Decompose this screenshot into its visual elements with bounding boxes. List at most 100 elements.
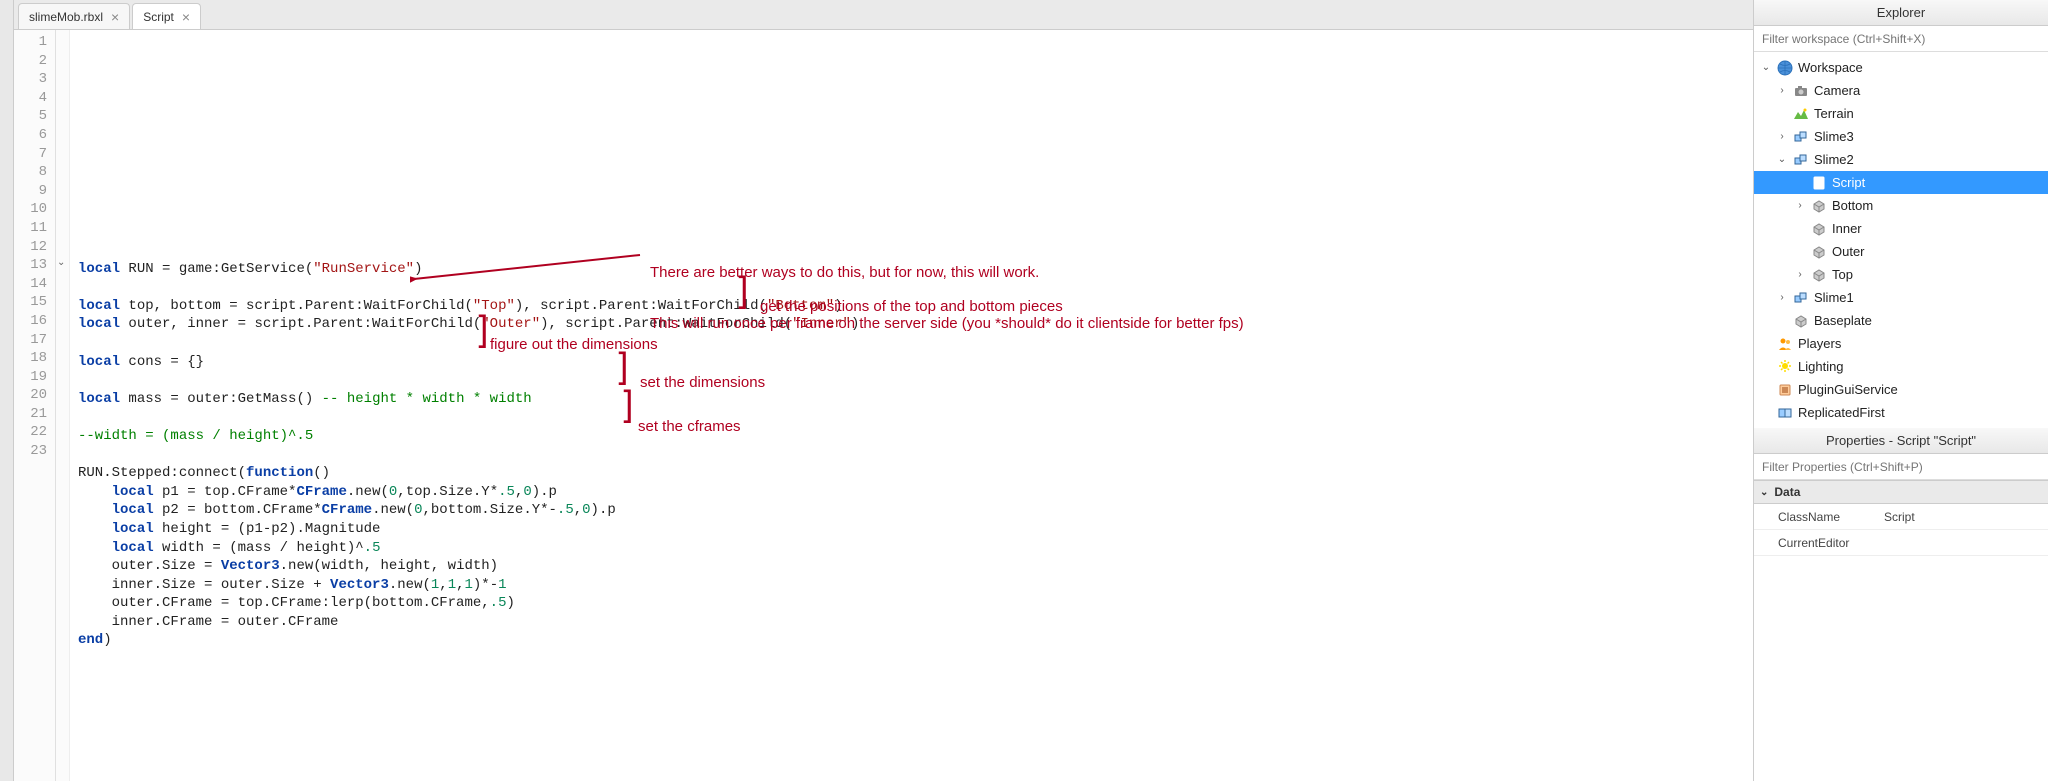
code-line[interactable] [78, 372, 1753, 391]
code-line[interactable] [78, 409, 1753, 428]
part-icon [1810, 220, 1828, 238]
line-number: 13 [14, 257, 55, 276]
properties-filter-input[interactable] [1754, 454, 2048, 480]
explorer-filter-input[interactable] [1754, 26, 2048, 52]
line-number: 2 [14, 53, 55, 72]
property-value[interactable]: Script [1884, 510, 2048, 524]
chevron-down-icon[interactable]: ⌄ [1760, 62, 1772, 73]
tree-item-workspace[interactable]: ⌄ Workspace [1754, 56, 2048, 79]
code-line[interactable]: inner.Size = outer.Size + Vector3.new(1,… [78, 577, 1753, 596]
line-number: 5 [14, 108, 55, 127]
code-line[interactable] [78, 447, 1753, 466]
players-icon [1776, 335, 1794, 353]
terrain-icon [1792, 105, 1810, 123]
tree-item-label: Players [1798, 336, 1841, 351]
tree-item-players[interactable]: Players [1754, 332, 2048, 355]
model-icon [1792, 128, 1810, 146]
replicated-icon [1776, 404, 1794, 422]
tree-item-replicatedfirst[interactable]: ReplicatedFirst [1754, 401, 2048, 424]
chevron-down-icon[interactable]: ⌄ [1776, 154, 1788, 165]
code-line[interactable]: local p1 = top.CFrame*CFrame.new(0,top.S… [78, 484, 1753, 503]
code-line[interactable]: local mass = outer:GetMass() -- height *… [78, 391, 1753, 410]
line-number: 22 [14, 424, 55, 443]
tree-item-terrain[interactable]: Terrain [1754, 102, 2048, 125]
code-line[interactable]: local height = (p1-p2).Magnitude [78, 521, 1753, 540]
properties-section-header[interactable]: ⌄ Data [1754, 480, 2048, 504]
tree-item-outer[interactable]: Outer [1754, 240, 2048, 263]
code-line[interactable]: outer.Size = Vector3.new(width, height, … [78, 558, 1753, 577]
tree-item-label: PluginGuiService [1798, 382, 1898, 397]
tree-item-slime2[interactable]: ⌄ Slime2 [1754, 148, 2048, 171]
tree-item-label: Baseplate [1814, 313, 1872, 328]
code-line[interactable]: inner.CFrame = outer.CFrame [78, 614, 1753, 633]
tree-item-label: Script [1832, 175, 1865, 190]
annotation-text-2: get the positions of the top and bottom … [760, 298, 1063, 315]
tree-item-bottom[interactable]: ›Bottom [1754, 194, 2048, 217]
line-number: 3 [14, 71, 55, 90]
tree-item-baseplate[interactable]: Baseplate [1754, 309, 2048, 332]
code-content[interactable]: There are better ways to do this, but fo… [70, 30, 1753, 781]
tree-item-label: Workspace [1798, 60, 1863, 75]
tree-item-inner[interactable]: Inner [1754, 217, 2048, 240]
line-number: 10 [14, 201, 55, 220]
code-line[interactable]: RUN.Stepped:connect(function() [78, 465, 1753, 484]
tree-item-camera[interactable]: ›Camera [1754, 79, 2048, 102]
close-icon[interactable]: × [182, 10, 190, 24]
tree-item-label: Outer [1832, 244, 1865, 259]
chevron-right-icon[interactable]: › [1776, 292, 1788, 303]
tree-item-script[interactable]: Script [1754, 171, 2048, 194]
camera-icon [1792, 82, 1810, 100]
tree-item-lighting[interactable]: Lighting [1754, 355, 2048, 378]
code-line[interactable]: local width = (mass / height)^.5 [78, 540, 1753, 559]
code-line[interactable]: end) [78, 632, 1753, 651]
line-number: 20 [14, 387, 55, 406]
line-number: 21 [14, 406, 55, 425]
line-number: 16 [14, 313, 55, 332]
brace-icon: ] [733, 270, 753, 314]
part-icon [1810, 266, 1828, 284]
brace-icon: ] [618, 384, 638, 428]
right-panel: Explorer ⌄ Workspace ›CameraTerrain›Slime3… [1753, 0, 2048, 781]
chevron-down-icon: ⌄ [1760, 487, 1768, 498]
tree-item-pluginguiservice[interactable]: PluginGuiService [1754, 378, 2048, 401]
line-number: 11 [14, 220, 55, 239]
tree-item-slime3[interactable]: ›Slime3 [1754, 125, 2048, 148]
property-row-classname[interactable]: ClassNameScript [1754, 504, 2048, 530]
tree-item-slime1[interactable]: › Slime1 [1754, 286, 2048, 309]
tree-item-label: Top [1832, 267, 1853, 282]
lighting-icon [1776, 358, 1794, 376]
annotation-arrow [410, 249, 650, 289]
line-number: 19 [14, 369, 55, 388]
property-row-currenteditor[interactable]: CurrentEditor [1754, 530, 2048, 556]
line-number: 18 [14, 350, 55, 369]
part-icon [1792, 312, 1810, 330]
tree-item-label: Inner [1832, 221, 1862, 236]
tree-item-label: ReplicatedFirst [1798, 405, 1885, 420]
globe-icon [1776, 59, 1794, 77]
line-number: 14 [14, 276, 55, 295]
code-line[interactable]: --width = (mass / height)^.5 [78, 428, 1753, 447]
tab-script[interactable]: Script× [132, 3, 201, 29]
tree-item-label: Slime2 [1814, 152, 1854, 167]
code-line[interactable]: local p2 = bottom.CFrame*CFrame.new(0,bo… [78, 502, 1753, 521]
tab-slimemob-rbxl[interactable]: slimeMob.rbxl × [18, 3, 130, 29]
code-line[interactable] [78, 651, 1753, 670]
tab-label: slimeMob.rbxl [29, 10, 103, 24]
fold-marker-icon[interactable]: ⌄ [57, 257, 65, 268]
explorer-header: Explorer [1754, 0, 2048, 26]
code-editor[interactable]: 1234567891011121314151617181920212223 ⌄ … [14, 30, 1753, 781]
code-line[interactable]: outer.CFrame = top.CFrame:lerp(bottom.CF… [78, 595, 1753, 614]
properties-panel: ⌄ Data ClassNameScriptCurrentEditor [1754, 480, 2048, 781]
chevron-right-icon[interactable]: › [1776, 85, 1788, 96]
chevron-right-icon[interactable]: › [1776, 131, 1788, 142]
part-icon [1810, 197, 1828, 215]
explorer-tree[interactable]: ⌄ Workspace ›CameraTerrain›Slime3 ⌄ Slime2 Sc… [1754, 52, 2048, 428]
part-icon [1810, 243, 1828, 261]
tree-item-top[interactable]: › Top [1754, 263, 2048, 286]
line-number: 6 [14, 127, 55, 146]
chevron-right-icon[interactable]: › [1794, 200, 1806, 211]
close-icon[interactable]: × [111, 10, 119, 24]
line-number: 8 [14, 164, 55, 183]
tree-item-label: Slime1 [1814, 290, 1854, 305]
chevron-right-icon[interactable]: › [1794, 269, 1806, 280]
